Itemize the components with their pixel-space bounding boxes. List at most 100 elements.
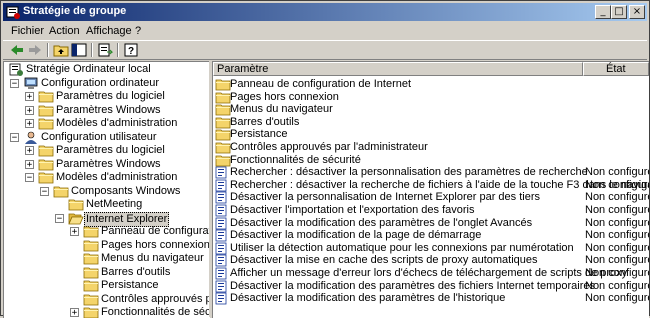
close-button[interactable]: × (629, 5, 645, 19)
tree-item-panneau-de-configuration-de[interactable]: + Panneau de configuration de (4, 225, 210, 238)
tree-item-label: Paramètres du logiciel (56, 144, 165, 156)
setting-name: Menus du navigateur (230, 103, 333, 116)
menu-action[interactable]: Action (49, 25, 80, 37)
collapse-icon[interactable]: − (25, 173, 34, 183)
folder-icon (83, 252, 99, 265)
list-item[interactable]: Menus du navigateur (213, 103, 649, 116)
tree-item-label: Modèles d'administration (56, 171, 178, 183)
list-item[interactable]: Rechercher : désactiver la personnalisat… (213, 166, 649, 179)
list-item[interactable]: Fonctionnalités de sécurité (213, 154, 649, 167)
tree-item-composants-windows[interactable]: − Composants Windows (4, 185, 210, 198)
folder-icon (215, 116, 231, 129)
tree-item-modeles-d-administration[interactable]: + Modèles d'administration (4, 117, 210, 130)
svg-text:?: ? (128, 46, 134, 57)
expand-icon[interactable]: + (25, 119, 34, 129)
tree-item-modeles-d-administration[interactable]: − Modèles d'administration (4, 171, 210, 184)
list-item[interactable]: Pages hors connexion (213, 91, 649, 104)
folder-icon (83, 279, 99, 292)
folder-icon (83, 306, 99, 318)
tree-item-parametres-windows[interactable]: + Paramètres Windows (4, 104, 210, 117)
tree-item-strategie-ordinateur-local[interactable]: Stratégie Ordinateur local (4, 63, 210, 76)
list-item[interactable]: Afficher un message d'erreur lors d'éche… (213, 267, 649, 280)
list-item[interactable]: Désactiver la modification des paramètre… (213, 292, 649, 305)
expand-icon[interactable]: + (25, 146, 34, 156)
tree-item-pages-hors-connexion[interactable]: Pages hors connexion (4, 239, 210, 252)
setting-name: Désactiver la modification des paramètre… (230, 216, 533, 229)
policy-setting-icon (215, 292, 229, 305)
details-pane[interactable]: Paramètre État Panneau de configuration … (212, 61, 649, 318)
menu-help[interactable]: ? (135, 25, 141, 37)
folder-icon (38, 117, 54, 130)
tree-item-menus-du-navigateur[interactable]: Menus du navigateur (4, 252, 210, 265)
maximize-button[interactable]: □ (611, 5, 627, 19)
menu-bar: Fichier Action Affichage ? (3, 22, 647, 40)
collapse-icon[interactable]: − (55, 213, 64, 223)
expand-icon[interactable]: + (25, 159, 34, 169)
list-item[interactable]: Contrôles approuvés par l'administrateur (213, 141, 649, 154)
collapse-icon[interactable]: − (10, 78, 19, 88)
tree-item-label: Contrôles approuvés par l'adm (101, 292, 210, 305)
setting-name: Désactiver la personnalisation de Intern… (230, 191, 540, 204)
menu-fichier[interactable]: Fichier (11, 25, 44, 37)
expand-icon[interactable]: + (25, 105, 34, 115)
tree-item-internet-explorer[interactable]: − Internet Explorer (4, 211, 210, 227)
collapse-icon[interactable]: − (40, 186, 49, 196)
policy-setting-icon (215, 280, 229, 293)
menu-affichage[interactable]: Affichage (86, 25, 132, 37)
policy-setting-icon (215, 267, 229, 280)
setting-state: Non configuré (585, 178, 649, 191)
list-item[interactable]: Désactiver la modification de la page de… (213, 229, 649, 242)
folder-icon (83, 239, 99, 252)
list-item[interactable]: Désactiver la modification des paramètre… (213, 280, 649, 293)
tree-pane[interactable]: Stratégie Ordinateur local − Configuration… (3, 61, 210, 318)
tree-item-parametres-du-logiciel[interactable]: + Paramètres du logiciel (4, 144, 210, 157)
tree-item-fonctionnalites-de-securite[interactable]: +Fonctionnalités de sécurité (4, 306, 210, 318)
tree-item-configuration-ordinateur[interactable]: − Configuration ordinateur (4, 77, 210, 90)
tree-item-label: Pages hors connexion (101, 238, 210, 251)
tree-item-parametres-du-logiciel[interactable]: + Paramètres du logiciel (4, 90, 210, 103)
list-item[interactable]: Panneau de configuration de Internet (213, 78, 649, 91)
list-item[interactable]: Persistance (213, 128, 649, 141)
toolbar-separator (117, 43, 119, 57)
minimize-button[interactable]: _ (595, 5, 611, 19)
setting-name: Panneau de configuration de Internet (230, 78, 412, 90)
column-header-parametre[interactable]: Paramètre (213, 62, 583, 76)
policy-setting-icon (215, 204, 229, 217)
tree-item-label: Fonctionnalités de sécurité (101, 306, 210, 318)
computer-icon (23, 77, 39, 90)
list-item[interactable]: Désactiver la personnalisation de Intern… (213, 191, 649, 204)
tree-item-label: Paramètres Windows (56, 103, 161, 116)
tree-item-netmeeting[interactable]: NetMeeting (4, 198, 210, 211)
back-icon[interactable] (9, 42, 25, 58)
list-item[interactable]: Rechercher : désactiver la recherche de … (213, 179, 649, 192)
expand-icon[interactable]: + (25, 92, 34, 102)
up-folder-icon[interactable] (53, 42, 69, 58)
setting-name: Utiliser la détection automatique pour l… (230, 241, 574, 254)
tree-item-persistance[interactable]: Persistance (4, 279, 210, 292)
list-item[interactable]: Barres d'outils (213, 116, 649, 129)
tree-item-parametres-windows[interactable]: + Paramètres Windows (4, 158, 210, 171)
column-header-etat[interactable]: État (583, 62, 649, 76)
tree-item-label: Configuration utilisateur (41, 130, 157, 143)
expand-icon[interactable]: + (70, 227, 79, 237)
help-icon[interactable]: ? (123, 42, 139, 58)
forward-icon[interactable] (27, 42, 43, 58)
setting-name: Désactiver la modification de la page de… (230, 229, 482, 242)
list-item[interactable]: Désactiver la mise en cache des scripts … (213, 254, 649, 267)
collapse-icon[interactable]: − (10, 132, 19, 142)
list-item[interactable]: Désactiver l'importation et l'exportatio… (213, 204, 649, 217)
tree-item-controles-approuves-par-l-adm[interactable]: Contrôles approuvés par l'adm (4, 293, 210, 306)
policy-setting-icon (215, 242, 229, 255)
policy-setting-icon (215, 166, 229, 179)
tree-item-configuration-utilisateur[interactable]: − Configuration utilisateur (4, 131, 210, 144)
folder-icon (38, 171, 54, 184)
export-list-icon[interactable] (97, 42, 113, 58)
tree-item-barres-d-outils[interactable]: Barres d'outils (4, 266, 210, 279)
list-item[interactable]: Désactiver la modification des paramètre… (213, 217, 649, 230)
setting-state: Non configuré (585, 191, 649, 204)
list-item[interactable]: Utiliser la détection automatique pour l… (213, 242, 649, 255)
toolbar-separator (47, 43, 49, 57)
title-bar[interactable]: Stratégie de groupe _ □ × (3, 3, 647, 21)
folder-icon (83, 266, 99, 279)
show-tree-icon[interactable] (71, 42, 87, 58)
